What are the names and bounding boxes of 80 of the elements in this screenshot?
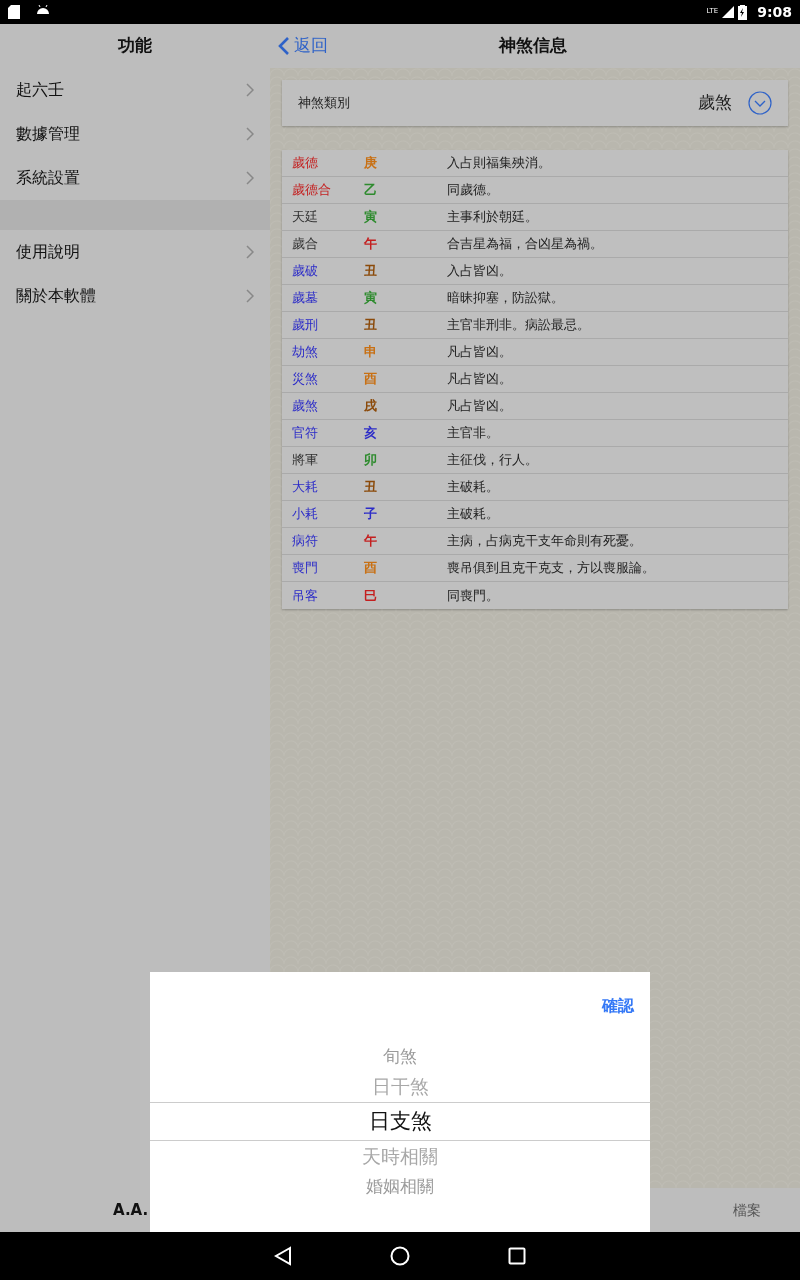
chevron-right-icon bbox=[246, 245, 254, 259]
table-cell-text: 子 bbox=[364, 505, 377, 524]
overview-icon[interactable] bbox=[508, 1247, 526, 1265]
table-cell-text: 主征伐，行人。 bbox=[447, 451, 539, 470]
table-cell-text: 將軍 bbox=[291, 451, 319, 470]
sidebar-item[interactable]: 數據管理 bbox=[0, 112, 270, 156]
chevron-right-icon bbox=[246, 83, 254, 97]
table-cell-text: 病符 bbox=[291, 532, 319, 551]
chevron-left-icon bbox=[278, 36, 290, 56]
table-cell-text: 同歲德。 bbox=[447, 181, 500, 200]
table-cell-text: 同喪門。 bbox=[447, 586, 500, 605]
table-cell-text: 凡占皆凶。 bbox=[447, 343, 513, 362]
sidebar-item[interactable]: 關於本軟體 bbox=[0, 274, 270, 318]
table-cell-text: 入占則福集殃消。 bbox=[447, 154, 552, 173]
table-cell-text: 亥 bbox=[364, 424, 377, 443]
confirm-button[interactable]: 確認 bbox=[602, 982, 634, 1030]
table-cell-text: 丑 bbox=[364, 262, 377, 281]
table-cell-text: 主病，占病克干支年命則有死憂。 bbox=[447, 532, 643, 551]
category-value: 歲煞 bbox=[698, 91, 732, 115]
table-cell-text: 主官非刑非。病訟最忌。 bbox=[447, 316, 591, 335]
table-cell-text: 歲煞 bbox=[291, 397, 319, 416]
table-cell-text: 乙 bbox=[364, 181, 377, 200]
table-cell-text: 午 bbox=[364, 532, 377, 551]
chevron-right-icon bbox=[246, 127, 254, 141]
sidebar-title: 功能 bbox=[117, 34, 153, 58]
table-cell-text: 喪吊俱到且克干克支，方以喪服論。 bbox=[447, 559, 656, 578]
table-cell-text: 主事利於朝廷。 bbox=[447, 208, 539, 227]
sidebar-item[interactable]: 使用說明 bbox=[0, 230, 270, 274]
back-icon[interactable] bbox=[274, 1246, 292, 1266]
clock: 9:08 bbox=[757, 2, 792, 22]
table-cell-text: 災煞 bbox=[291, 370, 319, 389]
chevron-right-icon bbox=[246, 171, 254, 185]
table-cell-text: 丑 bbox=[364, 316, 377, 335]
table-cell-text: 凡占皆凶。 bbox=[447, 370, 513, 389]
table-cell-text: 歲德 bbox=[291, 154, 319, 173]
chevron-right-icon bbox=[246, 289, 254, 303]
table-cell-text: 合吉星為福，合凶星為禍。 bbox=[447, 235, 604, 254]
table-cell-text: 歲刑 bbox=[291, 316, 319, 335]
table-cell-text: 歲破 bbox=[291, 262, 319, 281]
table-cell-text: 歲德合 bbox=[291, 181, 332, 200]
table-cell-text: 天廷 bbox=[291, 208, 319, 227]
android-icon bbox=[36, 5, 50, 17]
table-cell-text: 午 bbox=[364, 235, 377, 254]
table-cell-text: 酉 bbox=[364, 559, 377, 578]
table-cell-text: 歲墓 bbox=[291, 289, 319, 308]
category-label: 神煞類別 bbox=[298, 94, 350, 113]
table-cell-text: 歲合 bbox=[291, 235, 319, 254]
table-cell-text: 戌 bbox=[364, 397, 377, 416]
table-cell-text: 主官非。 bbox=[447, 424, 500, 443]
table-cell-text: 酉 bbox=[364, 370, 377, 389]
table-cell-text: 凡占皆凶。 bbox=[447, 397, 513, 416]
dropdown-circle-icon bbox=[748, 91, 772, 115]
signal-icon bbox=[722, 6, 735, 18]
table-cell-text: 庚 bbox=[364, 154, 377, 173]
home-icon[interactable] bbox=[390, 1246, 410, 1266]
sidebar-item[interactable]: 起六壬 bbox=[0, 68, 270, 112]
picker-option[interactable]: 日支煞 bbox=[150, 1102, 650, 1141]
table-cell-text: 暗昧抑塞，防訟獄。 bbox=[447, 289, 565, 308]
table-cell-text: 卯 bbox=[364, 451, 377, 470]
table-cell-text: 大耗 bbox=[291, 478, 319, 497]
table-cell-text: 劫煞 bbox=[291, 343, 319, 362]
table-cell-text: 巳 bbox=[364, 586, 377, 605]
tab[interactable]: A.A. bbox=[113, 1198, 149, 1222]
sidebar-item[interactable]: 系統設置 bbox=[0, 156, 270, 200]
table-cell-text: 主破耗。 bbox=[447, 505, 500, 524]
page-title: 神煞信息 bbox=[499, 34, 567, 58]
category-selector[interactable]: 神煞類別 歲煞 bbox=[282, 80, 788, 126]
table-cell-text: 寅 bbox=[364, 289, 377, 308]
table-cell-text: 主破耗。 bbox=[447, 478, 500, 497]
sd-card-icon bbox=[8, 5, 20, 19]
table-cell-text: 小耗 bbox=[291, 505, 319, 524]
table-cell-text: 喪門 bbox=[291, 559, 319, 578]
tab[interactable]: 檔案 bbox=[733, 1199, 761, 1221]
table-cell-text: 申 bbox=[364, 343, 377, 362]
table-cell-text: 丑 bbox=[364, 478, 377, 497]
battery-icon bbox=[738, 4, 748, 20]
table-cell-text: 入占皆凶。 bbox=[447, 262, 513, 281]
table-cell-text: 官符 bbox=[291, 424, 319, 443]
table-cell-text: 吊客 bbox=[291, 586, 319, 605]
table-cell-text: 寅 bbox=[364, 208, 377, 227]
